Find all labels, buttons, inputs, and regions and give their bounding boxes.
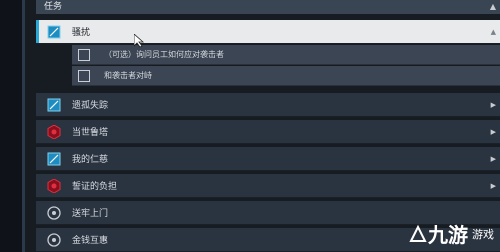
- checkbox-icon[interactable]: [78, 48, 90, 61]
- subtask-label: 和袭击者对峙: [104, 71, 152, 80]
- watermark-subtext: 游戏: [472, 227, 494, 241]
- task-label: 骚扰: [72, 28, 91, 38]
- selection-accent: [36, 20, 39, 43]
- mission-square-icon: [46, 97, 62, 113]
- subtask-label: （可选）询问员工如何应对袭击者: [104, 50, 224, 59]
- chevron-up-icon: ▲: [490, 27, 496, 36]
- left-edge-line: [22, 0, 25, 252]
- background-left: [0, 0, 22, 252]
- mouse-cursor-icon: [134, 34, 145, 48]
- chevron-right-icon: ▶: [490, 127, 496, 136]
- chevron-right-icon: ▶: [490, 100, 496, 109]
- task-row[interactable]: 誓证的负担 ▶: [36, 174, 500, 198]
- red-hexagon-icon: [46, 124, 62, 140]
- task-label: 金钱互惠: [72, 236, 109, 246]
- task-label: 我的仁慈: [72, 155, 109, 165]
- nine-game-logo-icon: [409, 224, 427, 242]
- section-title: 任务: [44, 2, 63, 12]
- quest-panel: 任务 ▲ 骚扰 ▲ （可选）询问员工如何应对袭击者 和袭击者对峙 遗孤失踪 ▶ …: [36, 0, 500, 252]
- circle-emblem-icon: [46, 205, 62, 221]
- task-label: 当世鲁塔: [72, 128, 109, 138]
- task-row[interactable]: 遗孤失踪 ▶: [36, 93, 500, 117]
- task-row[interactable]: 我的仁慈 ▶: [36, 147, 500, 171]
- task-label: 誓证的负担: [72, 182, 118, 192]
- watermark-text: 九游: [428, 223, 468, 247]
- subtask-row[interactable]: （可选）询问员工如何应对袭击者: [72, 45, 500, 65]
- task-label: 遗孤失踪: [72, 101, 109, 111]
- watermark-logo: 九游 游戏: [408, 219, 494, 248]
- subtask-row[interactable]: 和袭击者对峙: [72, 66, 500, 86]
- circle-emblem-icon: [46, 232, 62, 248]
- mission-square-icon: [46, 151, 62, 167]
- task-row-harassment[interactable]: 骚扰 ▲: [36, 20, 500, 44]
- checkbox-icon[interactable]: [78, 69, 90, 82]
- red-hexagon-icon: [46, 178, 62, 194]
- mission-square-icon: [46, 24, 62, 40]
- task-label: 送牢上门: [72, 209, 109, 219]
- scroll-up-icon[interactable]: ▲: [490, 0, 496, 14]
- chevron-right-icon: ▶: [490, 181, 496, 190]
- section-header: 任务 ▲: [36, 0, 500, 14]
- task-row[interactable]: 当世鲁塔 ▶: [36, 120, 500, 144]
- chevron-right-icon: ▶: [490, 154, 496, 163]
